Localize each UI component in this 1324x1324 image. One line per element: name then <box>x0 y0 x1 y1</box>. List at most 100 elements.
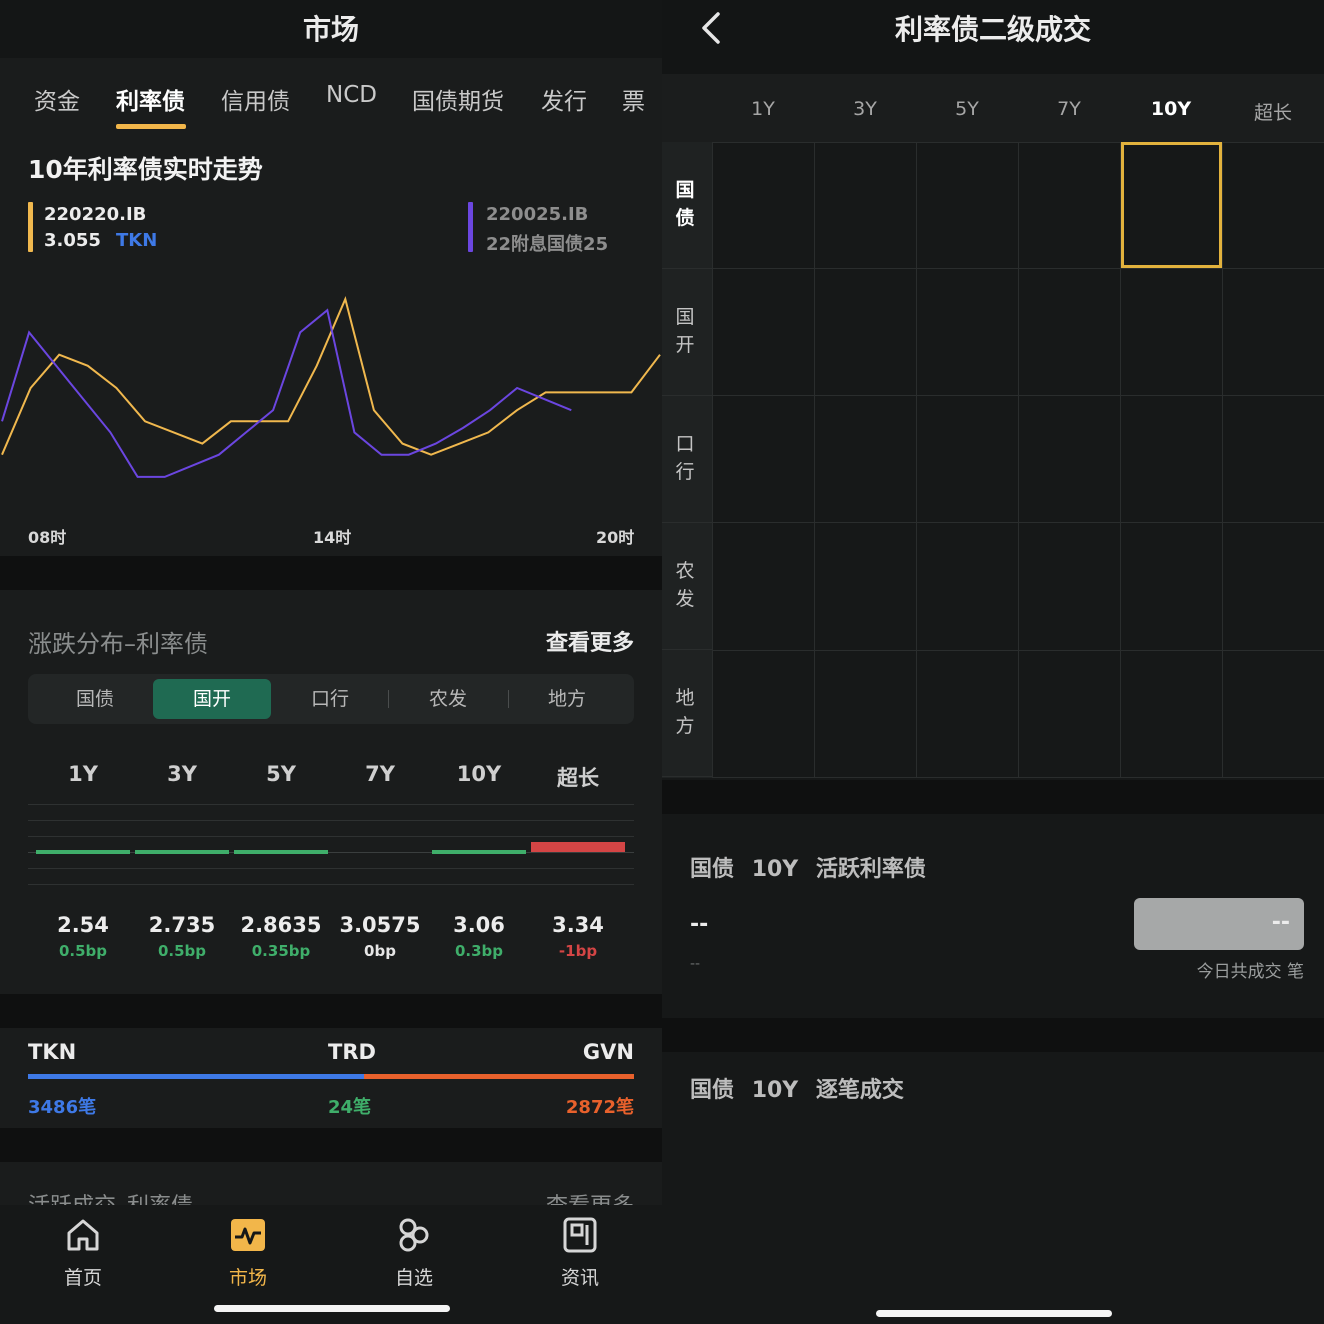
section-divider <box>0 994 662 1028</box>
chart-title: 10年利率债实时走势 <box>28 155 263 184</box>
tenor-1y: 1Y <box>68 762 98 786</box>
tenor-10y: 10Y <box>456 762 502 786</box>
tenor-5y: 5Y <box>266 762 296 786</box>
segment-treasury[interactable]: 国债 <box>36 674 154 724</box>
bottom-nav: 首页 市场 自选 资讯 <box>0 1205 662 1324</box>
nav-news-label: 资讯 <box>560 1267 599 1289</box>
change-7y: 0bp <box>364 942 396 960</box>
gvn-bar <box>364 1074 634 1079</box>
nav-favorites[interactable]: 自选 <box>359 1215 469 1290</box>
segment-local[interactable]: 地方 <box>508 674 626 724</box>
change-3y: 0.5bp <box>157 942 207 960</box>
yield-pill[interactable]: -- <box>1134 898 1304 950</box>
legend-a-code: 220220.IB <box>44 204 147 225</box>
section-divider <box>0 556 662 590</box>
issuer-segmented-control: 国债 国开 口行 农发 地方 <box>28 674 634 724</box>
series-line-b <box>1 308 572 478</box>
grid-line <box>916 142 917 778</box>
section-divider <box>0 1128 662 1162</box>
yield-5y: 2.8635 <box>240 913 322 937</box>
grid-line <box>712 142 1324 143</box>
tenor-col-3y[interactable]: 3Y <box>814 98 916 120</box>
nav-home-label: 首页 <box>63 1267 102 1289</box>
row-label: 农发 <box>675 560 695 610</box>
grid-line <box>712 777 1324 778</box>
yield-1y: 2.54 <box>57 913 109 937</box>
segment-exim[interactable]: 口行 <box>271 674 389 724</box>
active-bond-value: -- <box>690 912 709 937</box>
trd-label: TRD <box>328 1040 376 1064</box>
favorites-icon <box>399 1218 429 1252</box>
section-label: 逐笔成交 <box>815 1078 904 1103</box>
segment-cdb[interactable]: 国开 <box>153 679 271 719</box>
active-bond-subvalue: -- <box>690 956 701 972</box>
section-bond: 国债 <box>690 857 735 882</box>
row-label: 地方 <box>675 687 695 737</box>
tab-treasury-futures[interactable]: 国债期货 <box>412 82 504 116</box>
bp-bar-0 <box>36 850 130 854</box>
tab-ncd[interactable]: NCD <box>326 82 377 108</box>
nav-news[interactable]: 资讯 <box>525 1215 635 1290</box>
grid-line <box>712 395 1324 396</box>
page-title: 利率债二级成交 <box>894 13 1091 46</box>
row-header-treasury[interactable]: 国债 <box>662 142 712 269</box>
rate-bond-trades-screen: 利率债二级成交 1Y 3Y 5Y 7Y 10Y 超长 国债 国开 口行 农发 地… <box>662 0 1324 1324</box>
gvn-count: 2872笔 <box>565 1097 634 1118</box>
top-bar: 利率债二级成交 <box>662 0 1324 74</box>
nav-market-label: 市场 <box>228 1267 267 1289</box>
tenor-col-7y[interactable]: 7Y <box>1018 98 1120 120</box>
row-header-cdb[interactable]: 国开 <box>662 269 712 396</box>
tenor-col-5y[interactable]: 5Y <box>916 98 1018 120</box>
page-title: 市场 <box>302 13 359 46</box>
tab-credit-bonds[interactable]: 信用债 <box>221 82 290 116</box>
section-tenor: 10Y <box>751 1078 799 1103</box>
tab-bills[interactable]: 票 <box>622 82 645 116</box>
nav-home[interactable]: 首页 <box>28 1215 138 1290</box>
active-tab-indicator <box>116 124 186 129</box>
trades-section-title: 国债 10Y 逐笔成交 <box>690 1072 904 1104</box>
grid-line <box>28 836 634 837</box>
legend-a-value: 3.055 <box>44 230 101 251</box>
segment-adbc[interactable]: 农发 <box>389 674 507 724</box>
section-bond: 国债 <box>690 1078 735 1103</box>
section-divider <box>662 1018 1324 1052</box>
tab-rate-bonds[interactable]: 利率债 <box>116 82 185 116</box>
section-label: 活跃利率债 <box>815 857 926 882</box>
row-header-local[interactable]: 地方 <box>662 650 712 777</box>
bp-bar-2 <box>234 850 328 854</box>
legend-b-code: 220025.IB <box>486 204 589 225</box>
selected-grid-cell[interactable] <box>1121 142 1222 268</box>
section-tenor: 10Y <box>751 857 799 882</box>
legend-b-name: 22附息国债25 <box>486 234 609 255</box>
legend-a-source: TKN <box>116 230 158 251</box>
grid-line <box>814 142 815 778</box>
grid-line <box>1018 142 1019 778</box>
bp-bar-4 <box>432 850 526 854</box>
change-ultra: -1bp <box>558 942 598 960</box>
trend-chart[interactable] <box>0 280 662 500</box>
active-bond-section-title: 国债 10Y 活跃利率债 <box>690 851 926 883</box>
tenor-ultra: 超长 <box>557 766 599 790</box>
row-header-adbc[interactable]: 农发 <box>662 523 712 650</box>
x-tick-1: 14时 <box>313 528 352 547</box>
nav-market[interactable]: 市场 <box>193 1215 303 1290</box>
grid-line <box>712 142 713 778</box>
market-screen: 市场 资金 利率债 信用债 NCD 国债期货 发行 票 10年利率债实时走势 2… <box>0 0 662 1324</box>
tenor-col-ultra[interactable]: 超长 <box>1222 98 1324 125</box>
row-header-exim[interactable]: 口行 <box>662 396 712 523</box>
x-tick-2: 20时 <box>596 528 635 547</box>
yield-3y: 2.735 <box>148 913 216 937</box>
tab-issuance[interactable]: 发行 <box>541 82 587 116</box>
change-10y: 0.3bp <box>454 942 504 960</box>
tab-funds[interactable]: 资金 <box>34 82 80 116</box>
home-indicator <box>214 1305 450 1312</box>
legend-swatch-a <box>28 202 33 252</box>
tenor-col-1y[interactable]: 1Y <box>712 98 814 120</box>
tenor-col-10y[interactable]: 10Y <box>1120 98 1222 120</box>
yield-pill-value: -- <box>1271 910 1290 935</box>
distribution-more-link[interactable]: 查看更多 <box>546 625 634 657</box>
grid-line <box>28 868 634 869</box>
bp-bar-5 <box>531 842 625 852</box>
row-label: 口行 <box>675 433 695 483</box>
row-label: 国开 <box>675 306 695 356</box>
